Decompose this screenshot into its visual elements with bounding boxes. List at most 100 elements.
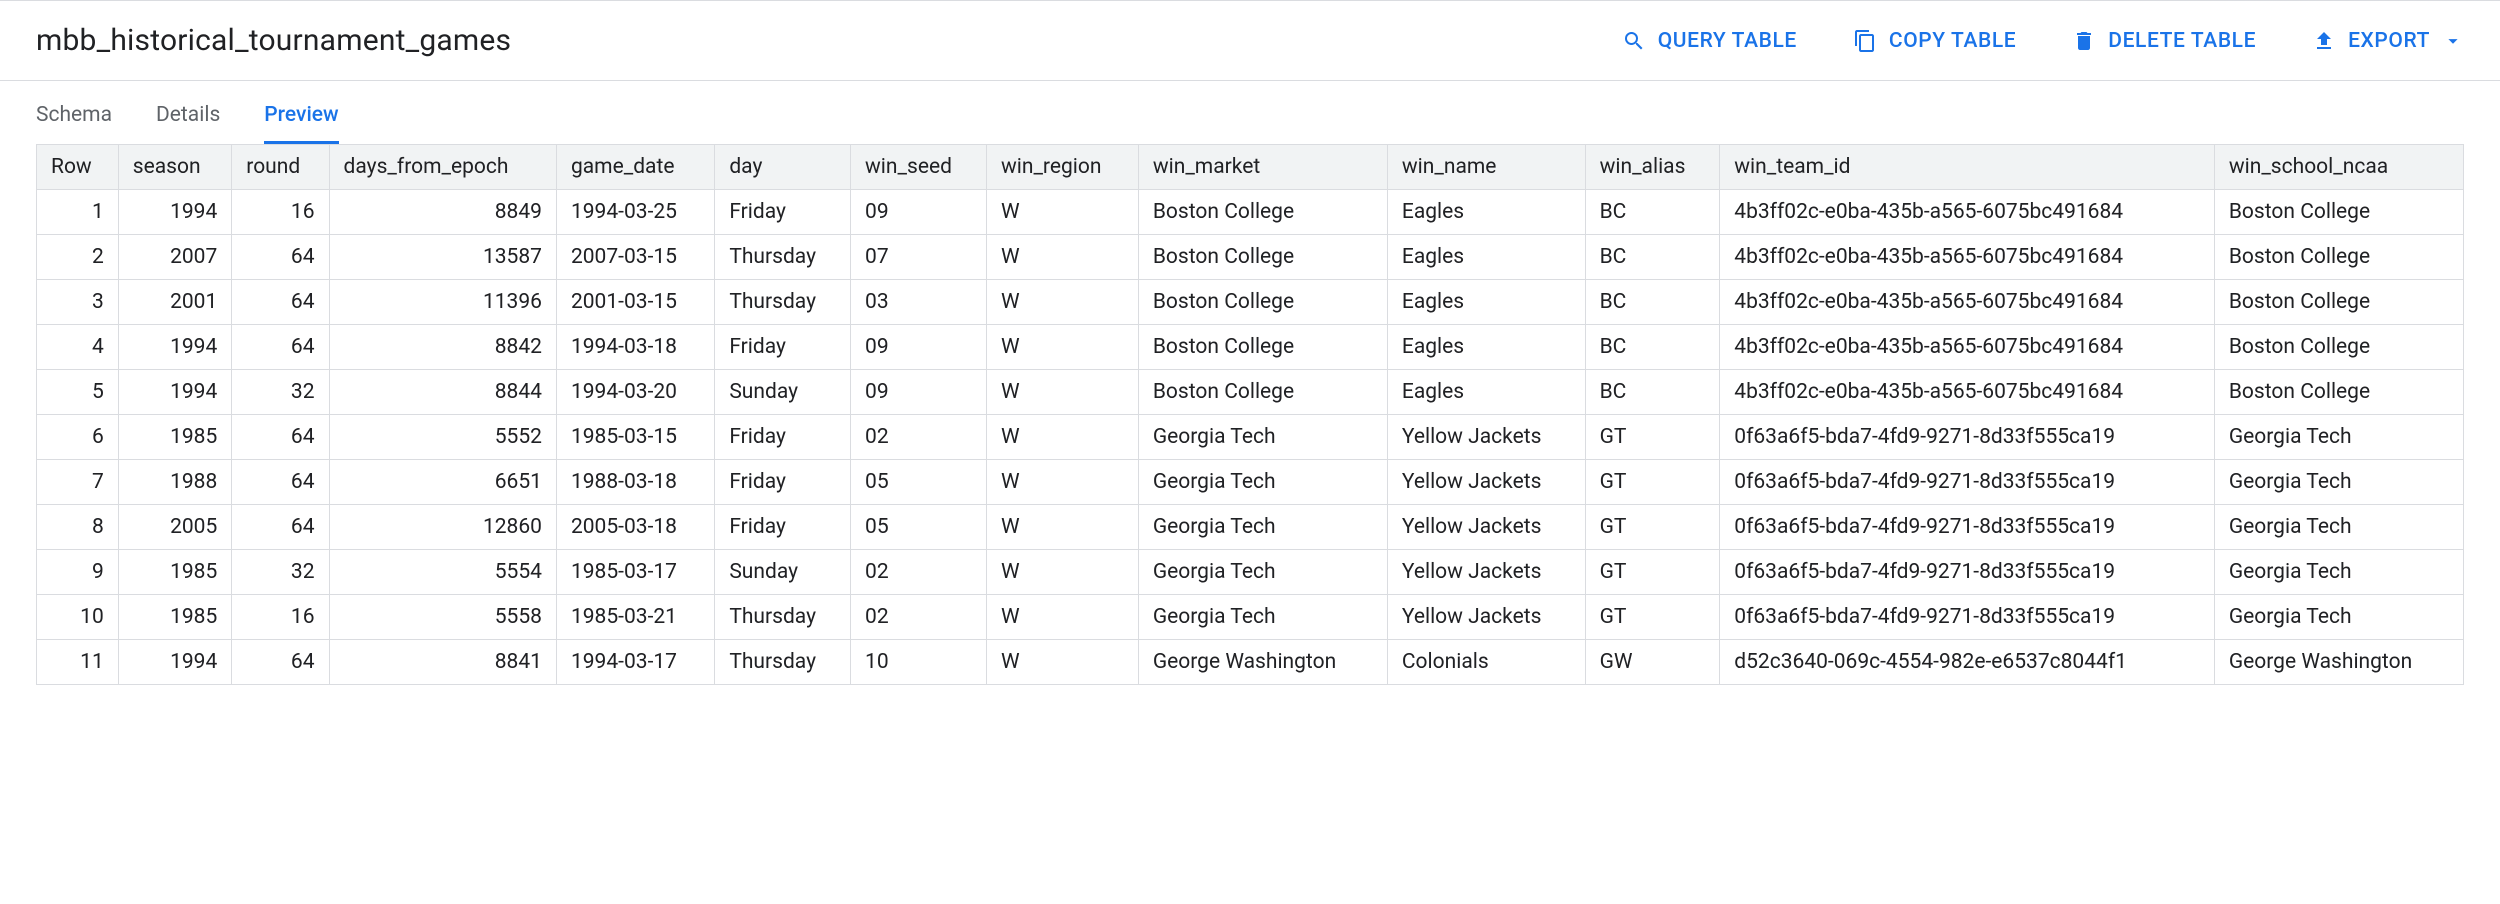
cell-win_name: Yellow Jackets: [1387, 550, 1585, 595]
cell-win_region: W: [986, 325, 1138, 370]
cell-win_school_ncaa: Georgia Tech: [2214, 550, 2463, 595]
cell-win_name: Colonials: [1387, 640, 1585, 685]
cell-days_from_epoch: 13587: [329, 235, 556, 280]
column-header[interactable]: round: [232, 145, 329, 190]
table-row: 3200164113962001-03-15Thursday03WBoston …: [37, 280, 2464, 325]
cell-win_market: Georgia Tech: [1138, 460, 1387, 505]
cell-win_market: Boston College: [1138, 325, 1387, 370]
cell-game_date: 2001-03-15: [556, 280, 714, 325]
column-header[interactable]: season: [118, 145, 232, 190]
cell-win_school_ncaa: Georgia Tech: [2214, 505, 2463, 550]
cell-win_alias: BC: [1585, 235, 1720, 280]
cell-season: 2005: [118, 505, 232, 550]
cell-round: 64: [232, 640, 329, 685]
column-header[interactable]: win_market: [1138, 145, 1387, 190]
dropdown-arrow-icon: [2442, 30, 2464, 52]
cell-row: 4: [37, 325, 119, 370]
cell-day: Friday: [715, 415, 851, 460]
cell-win_alias: GT: [1585, 595, 1720, 640]
column-header[interactable]: day: [715, 145, 851, 190]
cell-win_name: Yellow Jackets: [1387, 595, 1585, 640]
cell-season: 1994: [118, 325, 232, 370]
cell-day: Friday: [715, 325, 851, 370]
column-header[interactable]: days_from_epoch: [329, 145, 556, 190]
cell-round: 32: [232, 550, 329, 595]
cell-win_team_id: 4b3ff02c-e0ba-435b-a565-6075bc491684: [1720, 235, 2215, 280]
cell-win_school_ncaa: George Washington: [2214, 640, 2463, 685]
cell-win_team_id: 0f63a6f5-bda7-4fd9-9271-8d33f555ca19: [1720, 505, 2215, 550]
cell-win_market: Boston College: [1138, 280, 1387, 325]
cell-win_name: Eagles: [1387, 325, 1585, 370]
cell-win_school_ncaa: Boston College: [2214, 280, 2463, 325]
cell-days_from_epoch: 12860: [329, 505, 556, 550]
table-row: 1019851655581985-03-21Thursday02WGeorgia…: [37, 595, 2464, 640]
cell-win_team_id: 4b3ff02c-e0ba-435b-a565-6075bc491684: [1720, 325, 2215, 370]
cell-win_team_id: 0f63a6f5-bda7-4fd9-9271-8d33f555ca19: [1720, 460, 2215, 505]
column-header[interactable]: win_alias: [1585, 145, 1720, 190]
cell-win_team_id: d52c3640-069c-4554-982e-e6537c8044f1: [1720, 640, 2215, 685]
cell-win_region: W: [986, 370, 1138, 415]
cell-win_school_ncaa: Boston College: [2214, 235, 2463, 280]
column-header[interactable]: win_school_ncaa: [2214, 145, 2463, 190]
cell-game_date: 1985-03-15: [556, 415, 714, 460]
column-header[interactable]: win_region: [986, 145, 1138, 190]
cell-day: Thursday: [715, 235, 851, 280]
column-header[interactable]: win_seed: [851, 145, 987, 190]
cell-win_region: W: [986, 595, 1138, 640]
cell-game_date: 1988-03-18: [556, 460, 714, 505]
cell-win_seed: 05: [851, 460, 987, 505]
cell-win_team_id: 0f63a6f5-bda7-4fd9-9271-8d33f555ca19: [1720, 595, 2215, 640]
cell-win_alias: GT: [1585, 460, 1720, 505]
query-table-button[interactable]: QUERY TABLE: [1622, 29, 1797, 53]
export-button[interactable]: EXPORT: [2312, 29, 2464, 53]
cell-win_school_ncaa: Boston College: [2214, 370, 2463, 415]
cell-row: 6: [37, 415, 119, 460]
tab-schema[interactable]: Schema: [36, 103, 112, 144]
copy-table-label: COPY TABLE: [1889, 29, 2016, 53]
column-header[interactable]: win_team_id: [1720, 145, 2215, 190]
table-row: 719886466511988-03-18Friday05WGeorgia Te…: [37, 460, 2464, 505]
export-icon: [2312, 29, 2336, 53]
cell-round: 16: [232, 190, 329, 235]
cell-win_seed: 09: [851, 190, 987, 235]
column-header[interactable]: win_name: [1387, 145, 1585, 190]
cell-game_date: 1994-03-20: [556, 370, 714, 415]
cell-win_region: W: [986, 415, 1138, 460]
table-row: 419946488421994-03-18Friday09WBoston Col…: [37, 325, 2464, 370]
cell-win_market: Boston College: [1138, 190, 1387, 235]
delete-table-button[interactable]: DELETE TABLE: [2072, 29, 2256, 53]
query-table-label: QUERY TABLE: [1658, 29, 1797, 53]
table-row: 1119946488411994-03-17Thursday10WGeorge …: [37, 640, 2464, 685]
cell-win_team_id: 4b3ff02c-e0ba-435b-a565-6075bc491684: [1720, 280, 2215, 325]
cell-win_name: Eagles: [1387, 370, 1585, 415]
cell-win_seed: 05: [851, 505, 987, 550]
cell-win_market: Georgia Tech: [1138, 415, 1387, 460]
cell-season: 1988: [118, 460, 232, 505]
cell-game_date: 1994-03-18: [556, 325, 714, 370]
column-header[interactable]: Row: [37, 145, 119, 190]
cell-season: 1985: [118, 595, 232, 640]
tab-details[interactable]: Details: [156, 103, 220, 144]
tab-preview[interactable]: Preview: [264, 103, 338, 144]
cell-game_date: 1994-03-17: [556, 640, 714, 685]
cell-win_seed: 07: [851, 235, 987, 280]
column-header[interactable]: game_date: [556, 145, 714, 190]
table-row: 8200564128602005-03-18Friday05WGeorgia T…: [37, 505, 2464, 550]
cell-row: 2: [37, 235, 119, 280]
page-title: mbb_historical_tournament_games: [36, 23, 511, 58]
cell-win_school_ncaa: Boston College: [2214, 325, 2463, 370]
cell-round: 64: [232, 415, 329, 460]
cell-win_school_ncaa: Georgia Tech: [2214, 595, 2463, 640]
cell-win_seed: 03: [851, 280, 987, 325]
cell-win_alias: GT: [1585, 550, 1720, 595]
cell-days_from_epoch: 8844: [329, 370, 556, 415]
cell-win_alias: BC: [1585, 190, 1720, 235]
cell-win_seed: 02: [851, 415, 987, 460]
cell-win_region: W: [986, 460, 1138, 505]
copy-table-button[interactable]: COPY TABLE: [1853, 29, 2016, 53]
cell-row: 5: [37, 370, 119, 415]
cell-win_market: George Washington: [1138, 640, 1387, 685]
cell-win_name: Eagles: [1387, 280, 1585, 325]
cell-days_from_epoch: 8842: [329, 325, 556, 370]
cell-day: Friday: [715, 505, 851, 550]
